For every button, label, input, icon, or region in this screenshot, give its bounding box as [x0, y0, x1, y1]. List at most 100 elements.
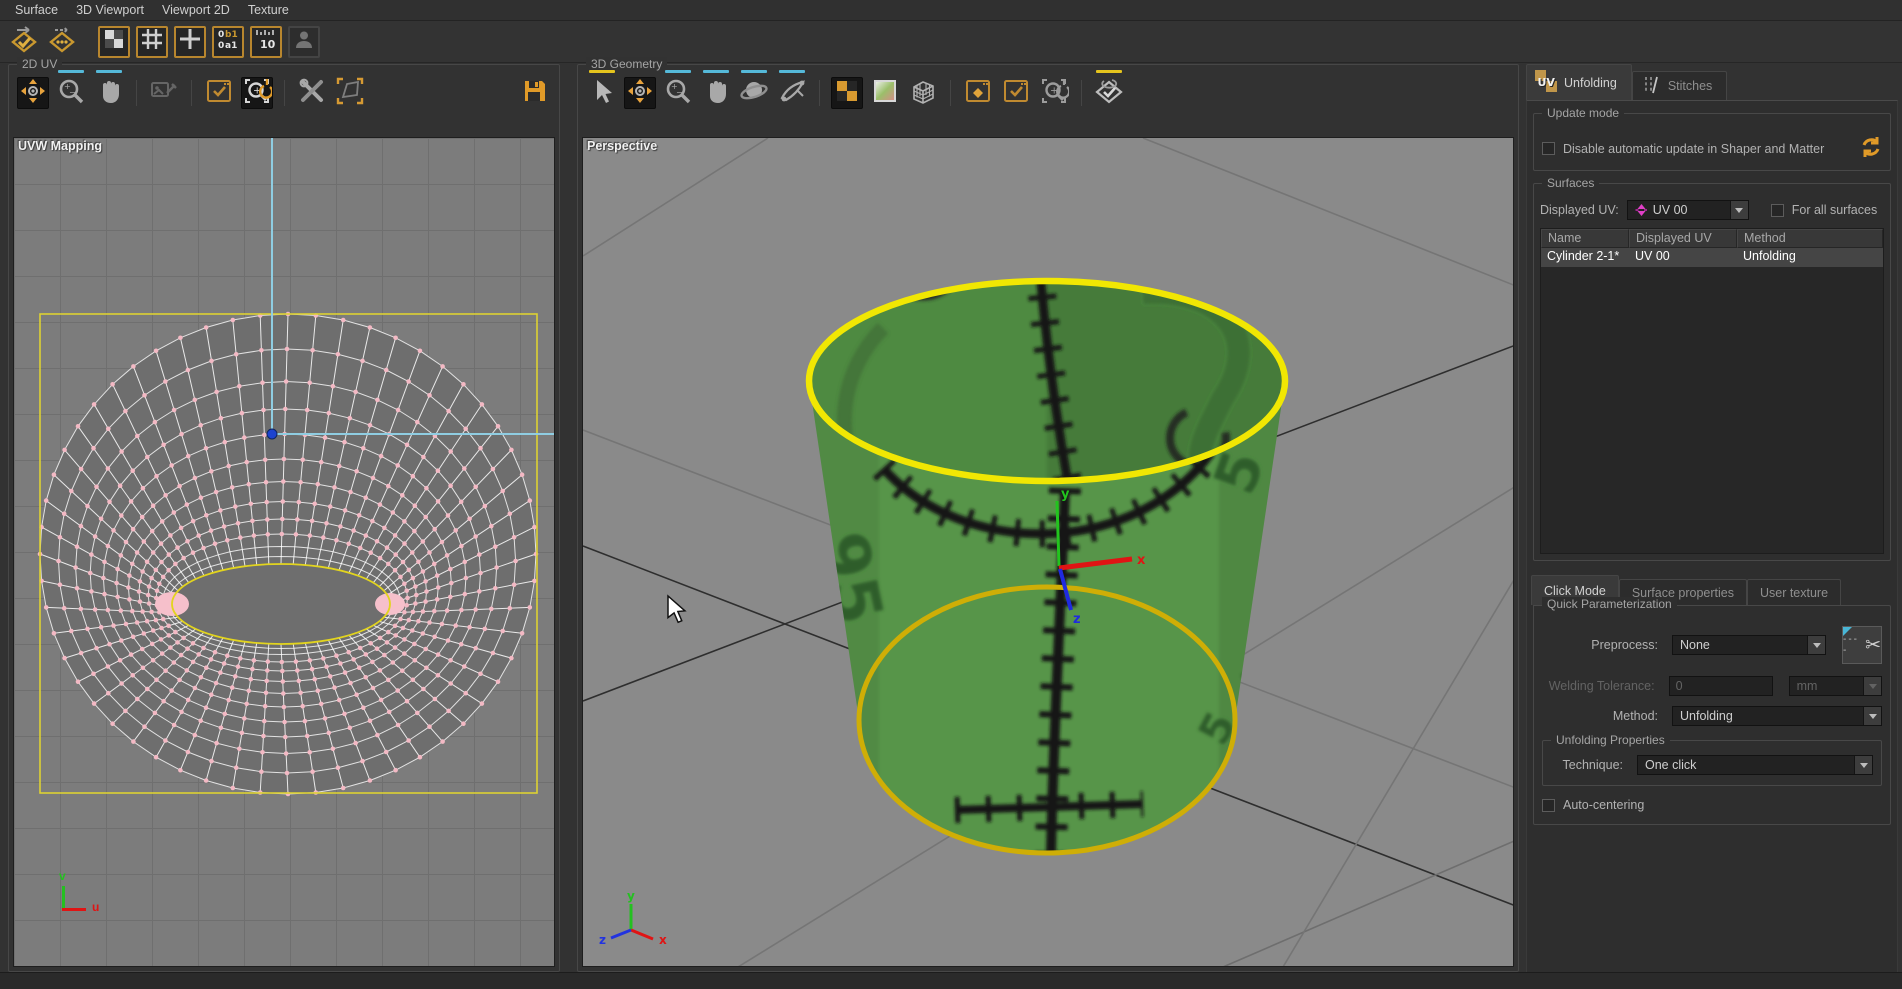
unfolding-properties-group: Unfolding Properties Technique: One clic…	[1542, 740, 1882, 786]
svg-text:0: 0	[218, 41, 224, 51]
cell-name: Cylinder 2-1*	[1541, 248, 1629, 267]
unfold-apply-button[interactable]	[8, 26, 40, 58]
update-mode-group: Update mode Disable automatic update in …	[1533, 113, 1891, 171]
menu-surface[interactable]: Surface	[6, 1, 67, 19]
refresh-icon[interactable]	[1860, 136, 1882, 161]
chevron-down-icon	[1854, 756, 1872, 774]
uv2d-tools[interactable]	[296, 77, 328, 109]
seam-dashes: ----	[1843, 634, 1863, 656]
chevron-down-icon	[1730, 201, 1748, 219]
uv2d-island-frame[interactable]	[334, 77, 366, 109]
axes-cross-toggle-icon	[179, 28, 201, 55]
uv2d-pan-tool[interactable]	[93, 77, 125, 109]
col-name[interactable]: Name	[1541, 229, 1629, 248]
welding-tolerance-input[interactable]	[1669, 676, 1773, 696]
zoom-tool-icon: +−	[664, 77, 692, 110]
geo3d-panel-title: 3D Geometry	[586, 57, 667, 71]
uv2d-snapshot-window[interactable]	[203, 77, 235, 109]
chevron-down-icon	[1807, 636, 1825, 654]
displayed-uv-value: UV 00	[1653, 203, 1688, 217]
preprocess-label: Preprocess:	[1542, 638, 1658, 652]
method-select[interactable]: Unfolding	[1672, 706, 1882, 726]
svg-text:a1: a1	[225, 41, 237, 51]
z-axis-label: z	[599, 933, 606, 947]
uv-coords-toggle[interactable]: 0b10a1	[212, 26, 244, 58]
menu-viewport-2d[interactable]: Viewport 2D	[153, 1, 239, 19]
geo3d-orbit-tool[interactable]	[738, 77, 770, 109]
status-bar	[0, 972, 1902, 989]
x-axis-label: x	[659, 933, 667, 947]
menu-texture[interactable]: Texture	[239, 1, 298, 19]
user-profile-button[interactable]	[288, 26, 320, 58]
displayed-uv-select[interactable]: UV 00	[1627, 200, 1749, 220]
for-all-surfaces-checkbox[interactable]	[1771, 204, 1784, 217]
geo3d-pan-tool[interactable]	[700, 77, 732, 109]
tools-icon	[298, 77, 326, 110]
geo3d-texture-checker[interactable]	[831, 77, 863, 109]
tab-user-texture[interactable]: User texture	[1747, 579, 1841, 605]
uv-mesh-canvas	[14, 138, 555, 967]
technique-select[interactable]: One click	[1637, 755, 1873, 775]
geo3d-voxel-display[interactable]	[907, 77, 939, 109]
welding-unit-select[interactable]: mm	[1789, 676, 1882, 696]
sidebar-content: Update mode Disable automatic update in …	[1526, 100, 1898, 972]
tab-stitches[interactable]: Stitches	[1632, 71, 1727, 100]
move-tool-icon	[19, 77, 47, 110]
grid-toggle[interactable]	[136, 26, 168, 58]
texture-checker-toggle-icon	[104, 29, 124, 54]
col-displayed-uv[interactable]: Displayed UV	[1629, 229, 1737, 248]
geo3d-zoom-tool[interactable]: +−	[662, 77, 694, 109]
geo3d-frame-checked[interactable]	[1000, 77, 1032, 109]
cell-method: Unfolding	[1737, 248, 1883, 267]
y-axis-label: y	[627, 889, 635, 903]
ruler-units-toggle[interactable]: 10	[250, 26, 282, 58]
geo3d-gradient-display[interactable]	[869, 77, 901, 109]
user-profile-icon	[294, 29, 314, 54]
geo3d-unfold-status[interactable]	[1093, 77, 1125, 109]
menu-bar: Surface 3D Viewport Viewport 2D Texture	[0, 0, 1902, 21]
table-row-cylinder[interactable]: Cylinder 2-1* UV 00 Unfolding	[1541, 248, 1883, 267]
geo3d-frame-selection[interactable]	[962, 77, 994, 109]
uv2d-toolbar: +− +	[17, 73, 551, 113]
disable-auto-update-label: Disable automatic update in Shaper and M…	[1563, 142, 1824, 156]
col-method[interactable]: Method	[1737, 229, 1883, 248]
tab-unfolding[interactable]: UV Unfolding	[1526, 64, 1632, 100]
tab-stitches-label: Stitches	[1668, 79, 1712, 93]
preprocess-select[interactable]: None	[1672, 635, 1826, 655]
disable-auto-update-checkbox[interactable]	[1542, 142, 1555, 155]
axes-cross-toggle[interactable]	[174, 26, 206, 58]
mouse-cursor	[668, 596, 685, 622]
geo3d-fly-tool[interactable]	[776, 77, 808, 109]
u-axis-line	[62, 908, 86, 911]
texture-checker-toggle[interactable]	[98, 26, 130, 58]
geo3d-select-tool[interactable]	[586, 77, 618, 109]
uv2d-texture-render[interactable]	[148, 77, 180, 109]
uv2d-zoom-region-toggle[interactable]: +	[241, 77, 273, 109]
uv2d-viewport[interactable]: UVW Mapping v u	[13, 137, 555, 967]
unfold-options-button[interactable]	[46, 26, 78, 58]
cut-seams-button[interactable]: ----✂	[1842, 626, 1882, 664]
geo3d-move-tool[interactable]	[624, 77, 656, 109]
svg-text:0: 0	[218, 30, 224, 40]
auto-centering-checkbox[interactable]	[1542, 799, 1555, 812]
main-toolbar: 0b10a1 10	[0, 21, 1902, 63]
welding-unit-value: mm	[1797, 679, 1818, 693]
v-axis-label: v	[59, 869, 66, 883]
preprocess-value: None	[1680, 638, 1710, 652]
menu-3d-viewport[interactable]: 3D Viewport	[67, 1, 153, 19]
geo3d-viewport[interactable]: Perspective 95 5 5 y x z	[582, 137, 1514, 967]
method-label: Method:	[1542, 709, 1658, 723]
surfaces-table: Name Displayed UV Method Cylinder 2-1* U…	[1540, 228, 1884, 554]
uv2d-zoom-tool[interactable]: +−	[55, 77, 87, 109]
svg-text:−: −	[676, 88, 683, 97]
svg-text:b1: b1	[225, 30, 238, 40]
unfolding-properties-title: Unfolding Properties	[1551, 733, 1670, 747]
geo3d-zoom-region[interactable]: +	[1038, 77, 1070, 109]
geo3d-viewport-label: Perspective	[587, 139, 657, 153]
uv2d-save-button[interactable]	[519, 77, 551, 109]
grid-toggle-icon	[141, 28, 163, 55]
uv2d-move-tool[interactable]	[17, 77, 49, 109]
frame-checked-icon	[1002, 77, 1030, 110]
geo3d-panel: 3D Geometry +− + P	[577, 64, 1519, 972]
tab-user-texture-label: User texture	[1760, 586, 1828, 600]
